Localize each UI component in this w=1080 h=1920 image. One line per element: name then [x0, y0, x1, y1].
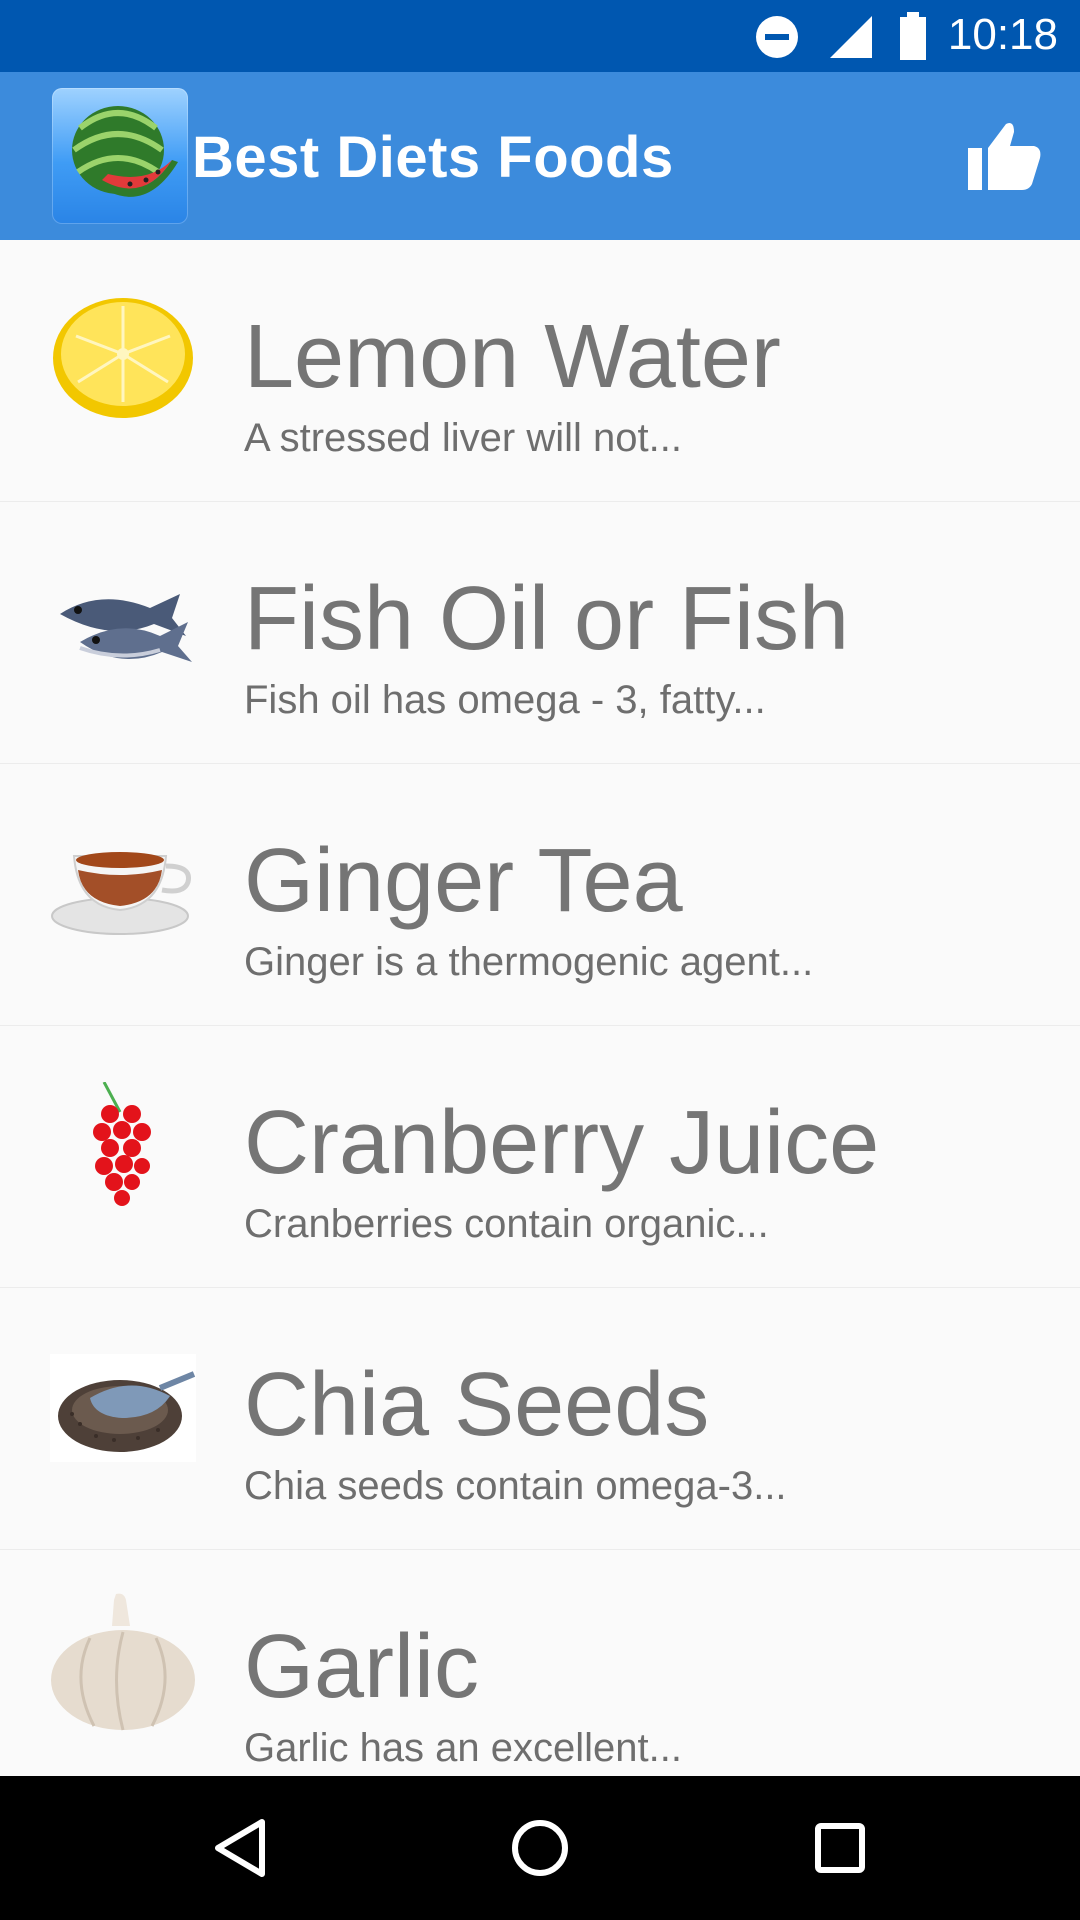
food-list: Lemon Water A stressed liver will not...… [0, 240, 1080, 1776]
battery-icon [900, 12, 926, 60]
watermelon-icon [72, 106, 178, 197]
status-time: 10:18 [947, 10, 1058, 59]
app-logo [52, 88, 188, 224]
signal-icon [830, 16, 872, 58]
list-item[interactable]: Lemon Water A stressed liver will not... [0, 240, 1080, 502]
list-item[interactable]: Chia Seeds Chia seeds contain omega-3... [0, 1288, 1080, 1550]
list-item[interactable]: Garlic Garlic has an excellent... [0, 1550, 1080, 1776]
item-subtitle: Fish oil has omega - 3, fatty... [244, 678, 766, 722]
item-subtitle: A stressed liver will not... [244, 416, 682, 460]
item-subtitle: Cranberries contain organic... [244, 1202, 769, 1246]
recents-icon[interactable] [804, 1812, 876, 1884]
home-icon[interactable] [504, 1812, 576, 1884]
tea-cup-icon [51, 852, 192, 935]
item-subtitle: Chia seeds contain omega-3... [244, 1464, 787, 1508]
thumbs-up-icon[interactable] [966, 118, 1042, 194]
item-title: Lemon Water [244, 307, 781, 407]
list-item[interactable]: Fish Oil or Fish Fish oil has omega - 3,… [0, 502, 1080, 764]
item-title: Chia Seeds [244, 1355, 710, 1455]
back-icon[interactable] [204, 1812, 276, 1884]
navigation-bar [0, 1776, 1080, 1920]
item-title: Ginger Tea [244, 831, 683, 931]
garlic-icon [51, 1593, 195, 1731]
do-not-disturb-icon [756, 16, 798, 58]
item-subtitle: Ginger is a thermogenic agent... [244, 940, 814, 984]
list-item[interactable]: Cranberry Juice Cranberries contain orga… [0, 1026, 1080, 1288]
app-bar: Best Diets Foods [0, 72, 1080, 240]
item-title: Fish Oil or Fish [244, 569, 850, 669]
app-title: Best Diets Foods [192, 125, 674, 190]
list-item[interactable]: Ginger Tea Ginger is a thermogenic agent… [0, 764, 1080, 1026]
item-subtitle: Garlic has an excellent... [244, 1726, 682, 1770]
item-title: Cranberry Juice [244, 1093, 880, 1193]
chia-seeds-icon [50, 1354, 196, 1462]
fish-icon [60, 594, 192, 662]
status-bar: 10:18 [0, 0, 1080, 72]
cranberry-icon [93, 1082, 151, 1206]
lemon-icon [53, 298, 193, 418]
item-title: Garlic [244, 1617, 480, 1717]
